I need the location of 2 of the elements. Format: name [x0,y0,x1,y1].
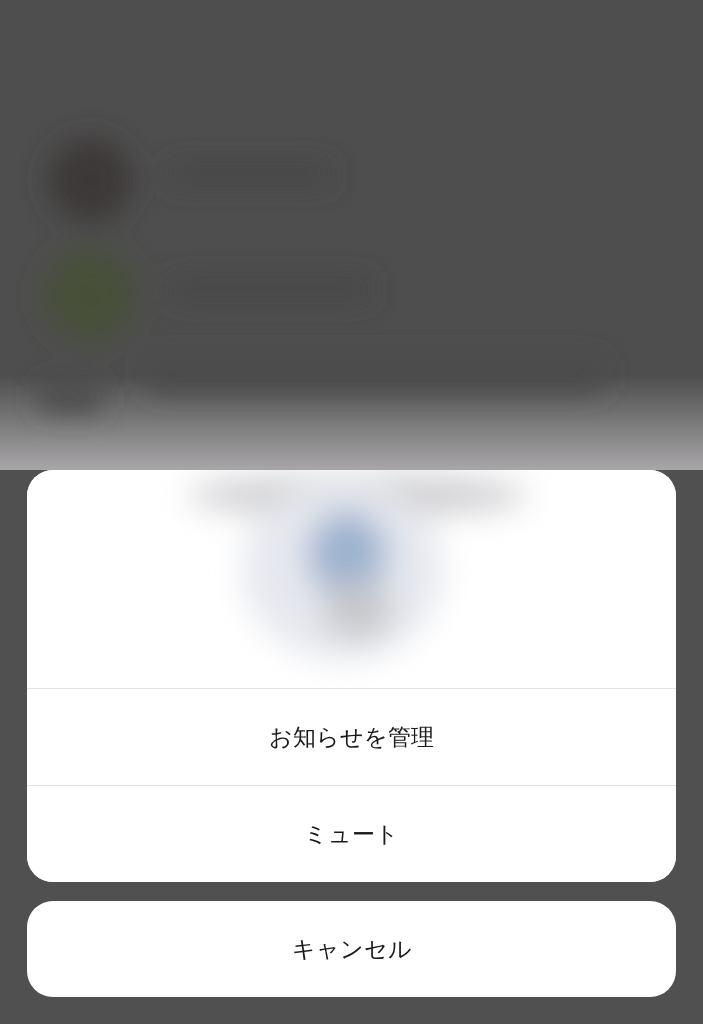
cancel-button[interactable]: キャンセル [27,901,676,997]
action-button[interactable]: ミュート [27,785,676,882]
